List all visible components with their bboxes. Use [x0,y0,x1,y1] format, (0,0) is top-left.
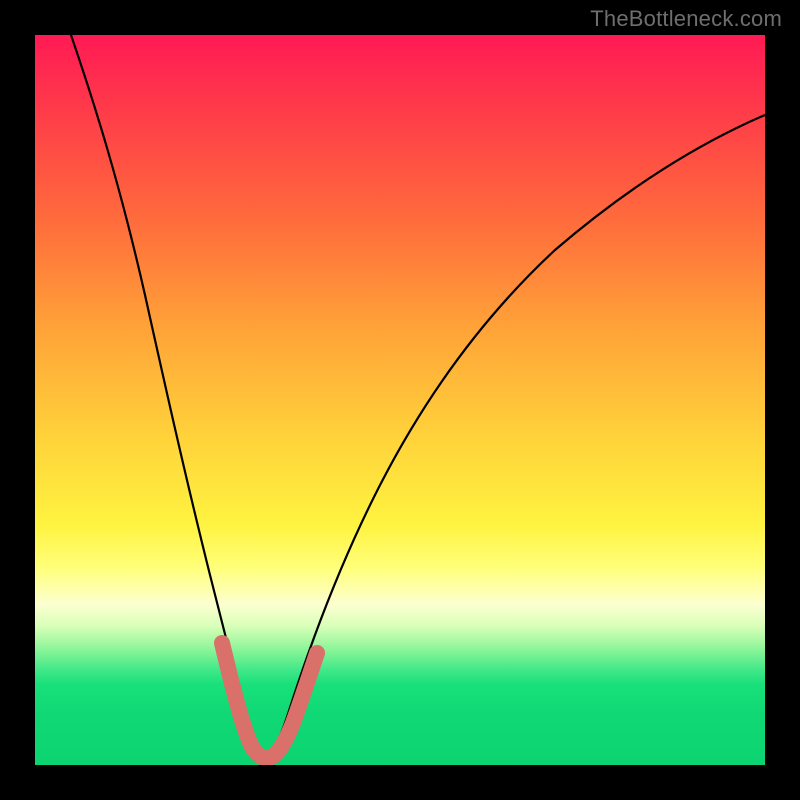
plot-area [35,35,765,765]
curve-highlight [222,643,317,758]
chart-frame: TheBottleneck.com [0,0,800,800]
bottleneck-curve [35,35,765,765]
curve-path [71,35,765,755]
watermark-text: TheBottleneck.com [590,6,782,32]
